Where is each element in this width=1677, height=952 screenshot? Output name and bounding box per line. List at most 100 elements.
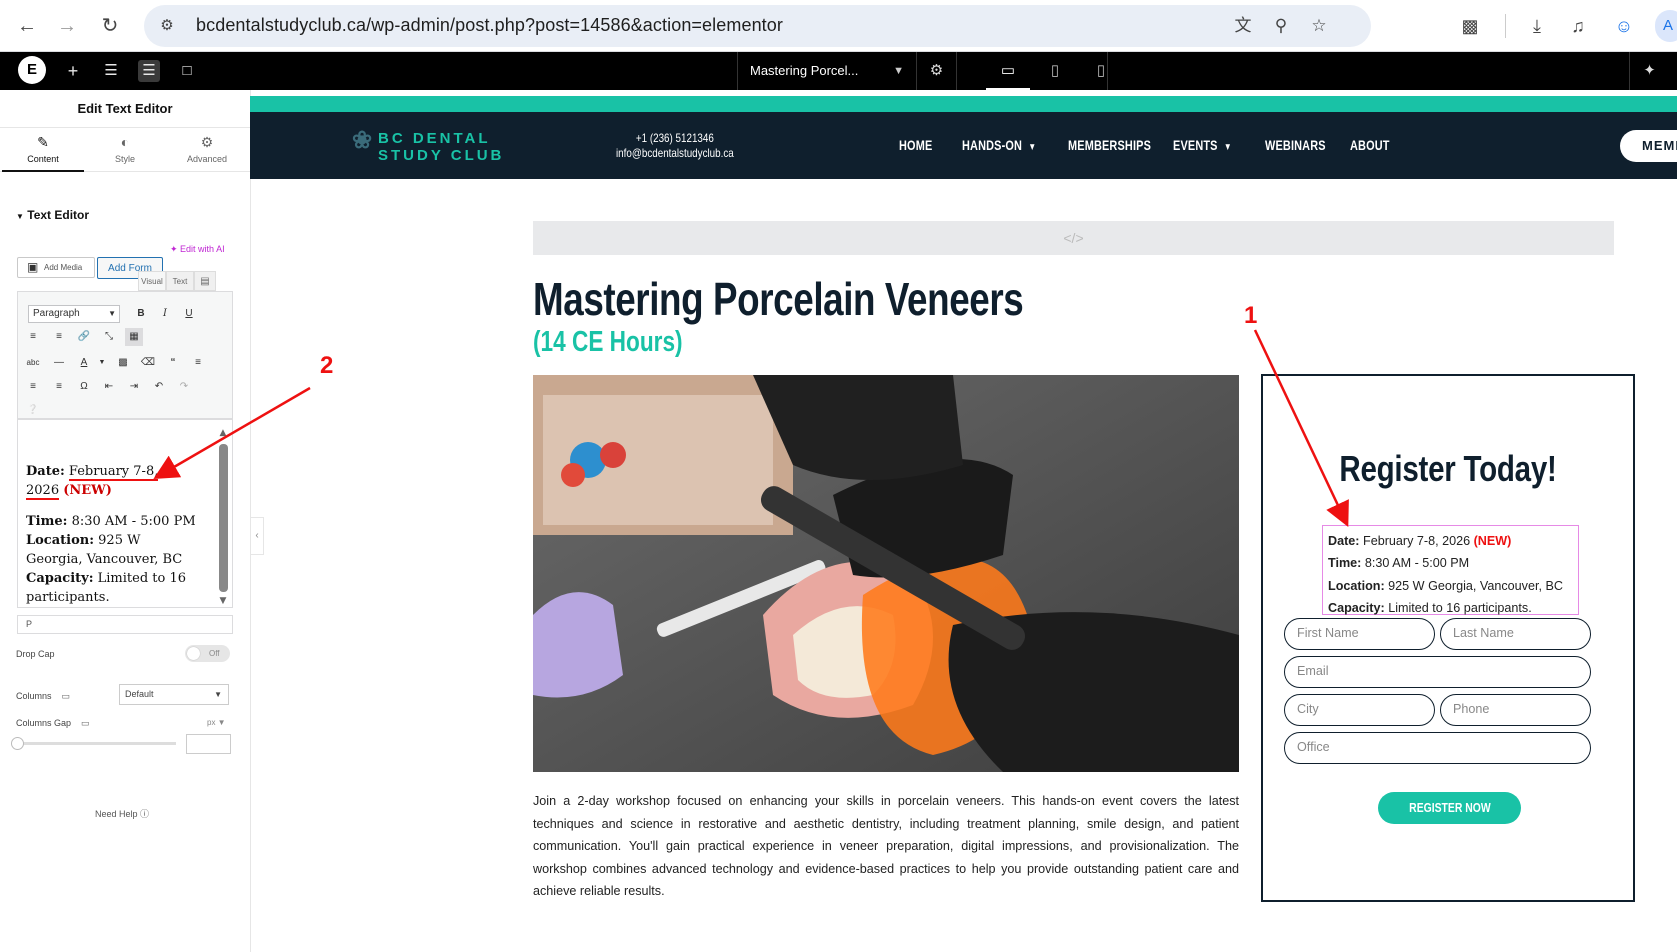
align-right-icon[interactable]: ≡ (50, 378, 68, 396)
zoom-icon[interactable]: ⚲ (1269, 15, 1293, 37)
profile-icon[interactable]: ☺ (1610, 12, 1638, 40)
url-text[interactable]: bcdentalstudyclub.ca/wp-admin/post.php?p… (196, 15, 783, 36)
translate-icon[interactable]: 文 (1231, 15, 1255, 37)
outdent-icon[interactable]: ⇤ (100, 378, 118, 396)
email-field[interactable]: Email (1284, 656, 1591, 688)
site-settings-icon[interactable]: ☰ (100, 60, 122, 82)
chevron-down-icon[interactable]: ▼ (93, 354, 111, 372)
redo-icon[interactable]: ↷ (175, 378, 193, 396)
paste-text-icon[interactable]: ▩ (114, 354, 132, 372)
desktop-icon[interactable]: ▭ (62, 691, 71, 701)
italic-icon[interactable]: I (156, 305, 174, 323)
phone-field[interactable]: Phone (1440, 694, 1591, 726)
drop-cap-toggle[interactable]: Off (185, 645, 230, 662)
notifications-icon[interactable]: ✦ (1629, 52, 1669, 90)
forward-arrow-icon[interactable]: → (52, 11, 82, 41)
link-icon[interactable]: 🔗 (75, 328, 93, 346)
unit-select[interactable]: px ▼ (207, 718, 226, 727)
text-editor-area[interactable]: Date: February 7-8, 2026 (NEW) Time: 8:30… (17, 419, 233, 608)
tab-label: Advanced (186, 154, 228, 164)
columns-gap-slider[interactable] (11, 737, 176, 750)
office-field[interactable]: Office (1284, 732, 1591, 764)
structure-layers-icon[interactable]: ☰ (138, 60, 160, 82)
help-icon[interactable]: ❔ (24, 400, 42, 418)
nav-memberships[interactable]: MEMBERSHIPS (1068, 137, 1151, 153)
fullscreen-icon[interactable]: ⤡ (100, 328, 118, 346)
tab-advanced[interactable]: ⚙ Advanced (166, 128, 248, 172)
last-name-field[interactable]: Last Name (1440, 618, 1591, 650)
scroll-thumb[interactable] (219, 444, 228, 592)
site-logo[interactable]: ❀ BC DENTAL STUDY CLUB (352, 129, 504, 165)
tab-label: Content (27, 154, 59, 164)
edit-with-ai-button[interactable]: ✦ Edit with AI (170, 244, 225, 255)
page-selector[interactable]: Mastering Porcel... ▼ (737, 52, 917, 90)
tab-visual[interactable]: Visual (138, 271, 166, 291)
strikethrough-icon[interactable]: abc (24, 354, 42, 372)
nav-home[interactable]: HOME (899, 137, 932, 153)
editor-scrollbar[interactable]: ▲ ▼ (216, 424, 230, 606)
address-bar[interactable]: ⚙ bcdentalstudyclub.ca/wp-admin/post.php… (144, 5, 1371, 47)
horizontal-line-icon[interactable]: — (50, 354, 68, 372)
kitchen-sink-icon[interactable]: ▦ (125, 328, 143, 346)
editor-path-bar: P (17, 615, 233, 634)
editor-details: Time: 8:30 AM - 5:00 PM Location: 925 W G… (26, 512, 201, 607)
text-color-icon[interactable]: A (75, 354, 93, 372)
desktop-icon[interactable]: ▭ (81, 718, 90, 728)
mobile-view-icon[interactable]: ▯ (1079, 52, 1123, 90)
email-address[interactable]: info@bcdentalstudyclub.ca (616, 146, 734, 160)
nav-events[interactable]: EVENTS ▼ (1173, 137, 1232, 153)
bookmark-star-icon[interactable]: ☆ (1307, 15, 1331, 37)
clear-format-icon[interactable]: ⌫ (139, 354, 157, 372)
comments-icon[interactable]: □ (176, 60, 198, 82)
bullet-list-icon[interactable]: ≡ (24, 328, 42, 346)
first-name-field[interactable]: First Name (1284, 618, 1435, 650)
underline-icon[interactable]: U (180, 305, 198, 323)
nav-about[interactable]: ABOUT (1350, 137, 1390, 153)
tablet-view-icon[interactable]: ▯ (1033, 52, 1077, 90)
nav-hands-on[interactable]: HANDS-ON ▼ (962, 137, 1036, 153)
nav-webinars[interactable]: WEBINARS (1265, 137, 1326, 153)
align-center-icon[interactable]: ≡ (24, 378, 42, 396)
columns-value: Default (125, 689, 154, 699)
site-info-icon[interactable]: ⚙ (156, 16, 178, 36)
section-toggle-text-editor[interactable]: ▼ Text Editor (16, 208, 89, 222)
reload-icon[interactable]: ↻ (95, 11, 125, 41)
member-button[interactable]: MEMB (1620, 130, 1677, 162)
paragraph-format-select[interactable]: Paragraph ▼ (28, 305, 120, 323)
columns-select[interactable]: Default ▼ (119, 684, 229, 705)
special-character-icon[interactable]: Ω (75, 378, 93, 396)
media-control-icon[interactable]: ♫ (1564, 12, 1592, 40)
bold-icon[interactable]: B (132, 305, 150, 323)
city-field[interactable]: City (1284, 694, 1435, 726)
add-media-button[interactable]: ▣ Add Media (17, 257, 95, 278)
numbered-list-icon[interactable]: ≡ (50, 328, 68, 346)
desktop-view-icon[interactable]: ▭ (986, 52, 1030, 90)
back-arrow-icon[interactable]: ← (12, 11, 42, 41)
need-help-link[interactable]: Need Help ⓘ (95, 807, 149, 820)
tab-content[interactable]: ✎ Content (2, 128, 84, 172)
tab-style[interactable]: ◐ Style (84, 128, 166, 172)
workshop-photo (533, 375, 1239, 772)
elementor-logo-icon[interactable]: E (18, 56, 46, 84)
scroll-down-icon[interactable]: ▼ (216, 592, 230, 607)
toolbar-toggle-icon[interactable]: ▤ (194, 271, 216, 291)
columns-gap-input[interactable] (186, 734, 231, 754)
html-widget-placeholder[interactable]: </> (533, 221, 1614, 255)
location-label: Location: (26, 533, 95, 548)
register-now-button[interactable]: REGISTER NOW (1378, 792, 1521, 824)
editor-content[interactable]: Date: February 7-8, 2026 (NEW) Time: 8:30… (26, 462, 201, 607)
slider-handle[interactable] (11, 737, 24, 750)
phone-number[interactable]: +1 (236) 5121346 (636, 131, 714, 145)
align-left-icon[interactable]: ≡ (189, 354, 207, 372)
profile-avatar[interactable]: A (1655, 10, 1677, 42)
blockquote-icon[interactable]: “ (164, 354, 182, 372)
download-icon[interactable]: ⤓ (1523, 12, 1551, 40)
extensions-icon[interactable]: ▩ (1456, 12, 1484, 40)
page-settings-gear-icon[interactable]: ⚙ (917, 52, 957, 90)
undo-icon[interactable]: ↶ (150, 378, 168, 396)
indent-icon[interactable]: ⇥ (125, 378, 143, 396)
collapse-panel-icon[interactable]: ‹ (251, 517, 264, 555)
scroll-up-icon[interactable]: ▲ (216, 424, 230, 443)
tab-text[interactable]: Text (166, 271, 194, 291)
add-element-icon[interactable]: + (62, 60, 84, 82)
